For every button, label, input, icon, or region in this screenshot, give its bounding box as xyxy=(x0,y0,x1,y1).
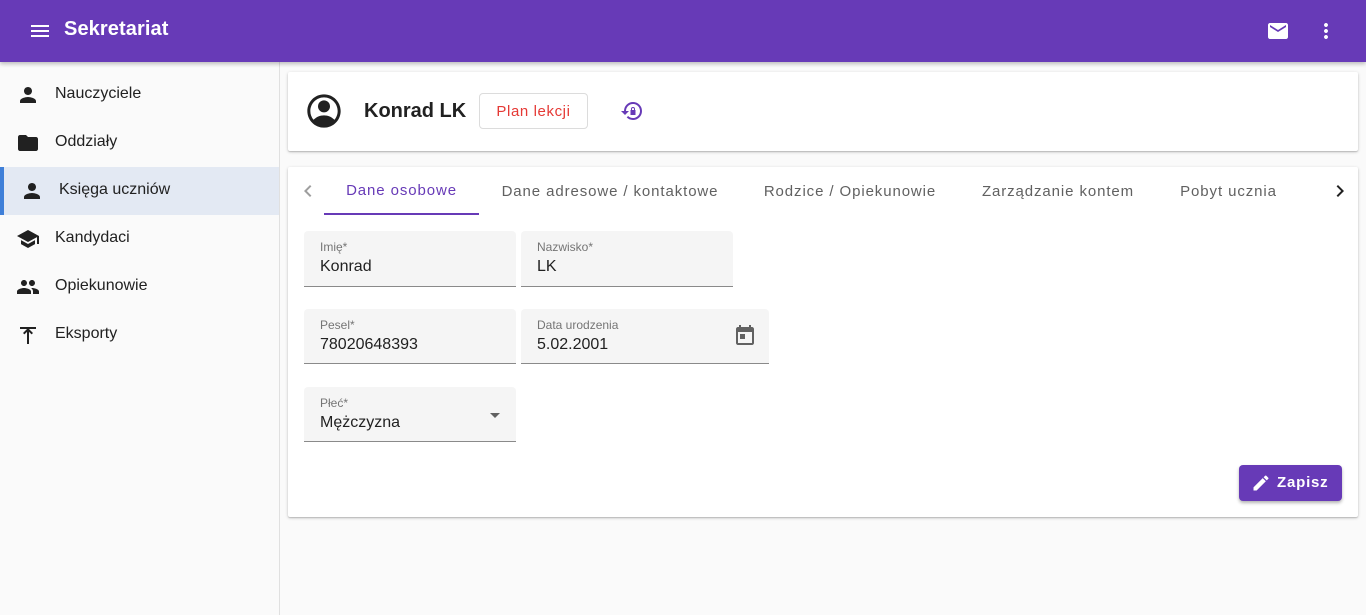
more-vert-icon[interactable] xyxy=(1314,19,1338,43)
sidebar-item-eksporty[interactable]: Eksporty xyxy=(0,311,279,359)
edit-icon xyxy=(1251,473,1271,493)
person-icon xyxy=(16,83,40,107)
student-header-card: Konrad LK Plan lekcji xyxy=(288,72,1358,151)
tab-bar: Dane osobowe Dane adresowe / kontaktowe … xyxy=(288,167,1358,215)
pesel-field[interactable]: Pesel* 78020648393 xyxy=(304,309,516,364)
sidebar-item-label: Nauczyciele xyxy=(55,85,142,102)
sidebar-item-ksiega-uczniow[interactable]: Księga uczniów xyxy=(0,167,279,215)
student-form-card: Dane osobowe Dane adresowe / kontaktowe … xyxy=(288,167,1358,517)
plan-lekcji-button[interactable]: Plan lekcji xyxy=(479,93,588,129)
field-label: Pesel* xyxy=(320,318,355,332)
save-button-label: Zapisz xyxy=(1277,474,1329,491)
field-label: Nazwisko* xyxy=(537,240,594,254)
first-name-field[interactable]: Imię* Konrad xyxy=(304,231,516,287)
app-title: Sekretariat xyxy=(64,18,169,40)
birth-date-field[interactable]: Data urodzenia 5.02.2001 xyxy=(521,309,769,364)
tab-rodzice-opiekunowie[interactable]: Rodzice / Opiekunowie xyxy=(741,167,959,215)
field-value: 5.02.2001 xyxy=(537,336,609,353)
field-value: Mężczyzna xyxy=(320,414,401,431)
field-value: 78020648393 xyxy=(320,336,418,353)
sidebar-item-opiekunowie[interactable]: Opiekunowie xyxy=(0,263,279,311)
account-circle-icon xyxy=(304,91,344,131)
school-icon xyxy=(16,227,40,251)
folder-icon xyxy=(16,131,40,155)
student-name: Konrad LK xyxy=(364,100,467,122)
last-name-field[interactable]: Nazwisko* LK xyxy=(521,231,733,287)
tab-zarzadzanie-kontem[interactable]: Zarządzanie kontem xyxy=(959,167,1157,215)
save-button[interactable]: Zapisz xyxy=(1239,465,1342,501)
sidebar-item-label: Księga uczniów xyxy=(59,181,171,198)
calendar-icon[interactable] xyxy=(733,324,757,348)
chevron-right-icon[interactable] xyxy=(1328,179,1352,203)
sidebar-item-label: Eksporty xyxy=(55,325,118,342)
field-label: Imię* xyxy=(320,240,348,254)
field-label: Data urodzenia xyxy=(537,318,619,332)
sidebar-item-label: Oddziały xyxy=(55,133,118,150)
lock-reset-icon[interactable] xyxy=(620,99,644,123)
sidebar-item-label: Kandydaci xyxy=(55,229,130,246)
sidebar-item-oddzialy[interactable]: Oddziały xyxy=(0,119,279,167)
app-toolbar: Sekretariat xyxy=(0,0,1366,62)
tab-dane-osobowe[interactable]: Dane osobowe xyxy=(324,167,479,215)
sidebar-item-nauczyciele[interactable]: Nauczyciele xyxy=(0,71,279,119)
mail-icon[interactable] xyxy=(1266,19,1290,43)
people-icon xyxy=(16,275,40,299)
tab-dane-adresowe[interactable]: Dane adresowe / kontaktowe xyxy=(479,167,741,215)
sidebar-item-kandydaci[interactable]: Kandydaci xyxy=(0,215,279,263)
field-label: Płeć* xyxy=(320,396,349,410)
sidebar-item-label: Opiekunowie xyxy=(55,277,148,294)
sidebar: Nauczyciele Oddziały Księga uczniów Kand… xyxy=(0,62,280,615)
gender-select[interactable]: Płeć* Mężczyzna xyxy=(304,387,516,442)
tab-pobyt-ucznia[interactable]: Pobyt ucznia xyxy=(1157,167,1300,215)
field-value: Konrad xyxy=(320,258,372,275)
field-value: LK xyxy=(537,258,557,275)
upload-icon xyxy=(16,323,40,347)
chevron-left-icon[interactable] xyxy=(296,179,320,203)
dropdown-arrow-icon xyxy=(483,403,507,427)
menu-icon[interactable] xyxy=(28,19,52,43)
person-icon xyxy=(20,179,44,203)
